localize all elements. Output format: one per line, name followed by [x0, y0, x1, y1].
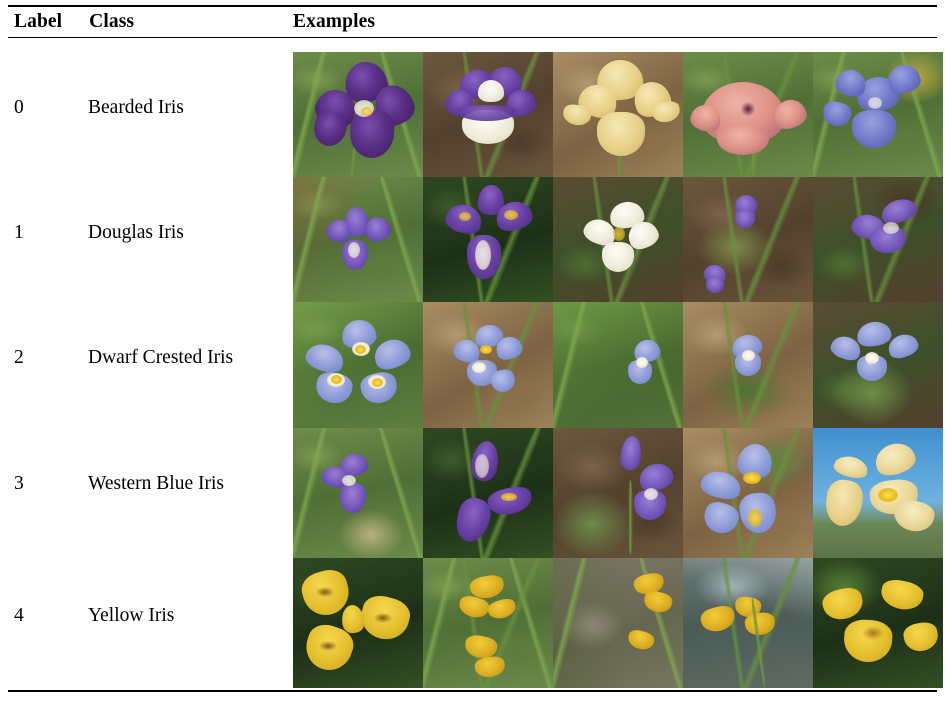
- row-label-index: 0: [14, 97, 24, 118]
- table-row: 3 Western Blue Iris: [0, 428, 945, 558]
- example-image: [553, 302, 683, 428]
- row-label-index: 3: [14, 473, 24, 494]
- row-label-index: 4: [14, 605, 24, 626]
- example-image: [423, 177, 553, 302]
- row-label-index: 2: [14, 347, 24, 368]
- example-image: [683, 177, 813, 302]
- example-image: [813, 177, 943, 302]
- row-label-index: 1: [14, 222, 24, 243]
- example-image: [423, 428, 553, 558]
- table-row: 4 Yellow Iris: [0, 558, 945, 688]
- table-bottom-rule: [8, 690, 937, 693]
- label-class-examples-table: Label Class Examples 0 Bearded Iris 1 Do…: [0, 0, 945, 702]
- example-image: [293, 52, 423, 177]
- row-label-class: Bearded Iris: [88, 97, 184, 118]
- example-image: [813, 52, 943, 177]
- row-label-class: Dwarf Crested Iris: [88, 347, 234, 368]
- example-image: [553, 558, 683, 688]
- table-row: 2 Dwarf Crested Iris: [0, 302, 945, 428]
- example-image: [423, 558, 553, 688]
- column-header-label: Label: [14, 11, 63, 32]
- example-image: [293, 302, 423, 428]
- row-label-class: Yellow Iris: [88, 605, 175, 626]
- example-image: [423, 302, 553, 428]
- table-row: 1 Douglas Iris: [0, 177, 945, 302]
- example-image: [293, 558, 423, 688]
- table-header-rule: [8, 37, 937, 39]
- example-image: [683, 302, 813, 428]
- column-header-examples: Examples: [293, 11, 376, 32]
- row-label-class: Douglas Iris: [88, 222, 184, 243]
- example-image-row: [293, 558, 943, 688]
- example-image-row: [293, 52, 943, 177]
- example-image: [683, 52, 813, 177]
- column-header-label-class: Label Class: [14, 11, 134, 33]
- example-image: [423, 52, 553, 177]
- example-image: [813, 428, 943, 558]
- row-label-class: Western Blue Iris: [88, 473, 224, 494]
- example-image: [553, 428, 683, 558]
- example-image: [813, 302, 943, 428]
- example-image: [553, 52, 683, 177]
- table-row: 0 Bearded Iris: [0, 52, 945, 177]
- column-header-class: Class: [89, 11, 135, 32]
- example-image: [813, 558, 943, 688]
- example-image-row: [293, 177, 943, 302]
- example-image: [553, 177, 683, 302]
- example-image: [683, 558, 813, 688]
- table-top-rule: [8, 5, 937, 8]
- example-image: [293, 428, 423, 558]
- example-image-row: [293, 302, 943, 428]
- example-image: [683, 428, 813, 558]
- example-image: [293, 177, 423, 302]
- example-image-row: [293, 428, 943, 558]
